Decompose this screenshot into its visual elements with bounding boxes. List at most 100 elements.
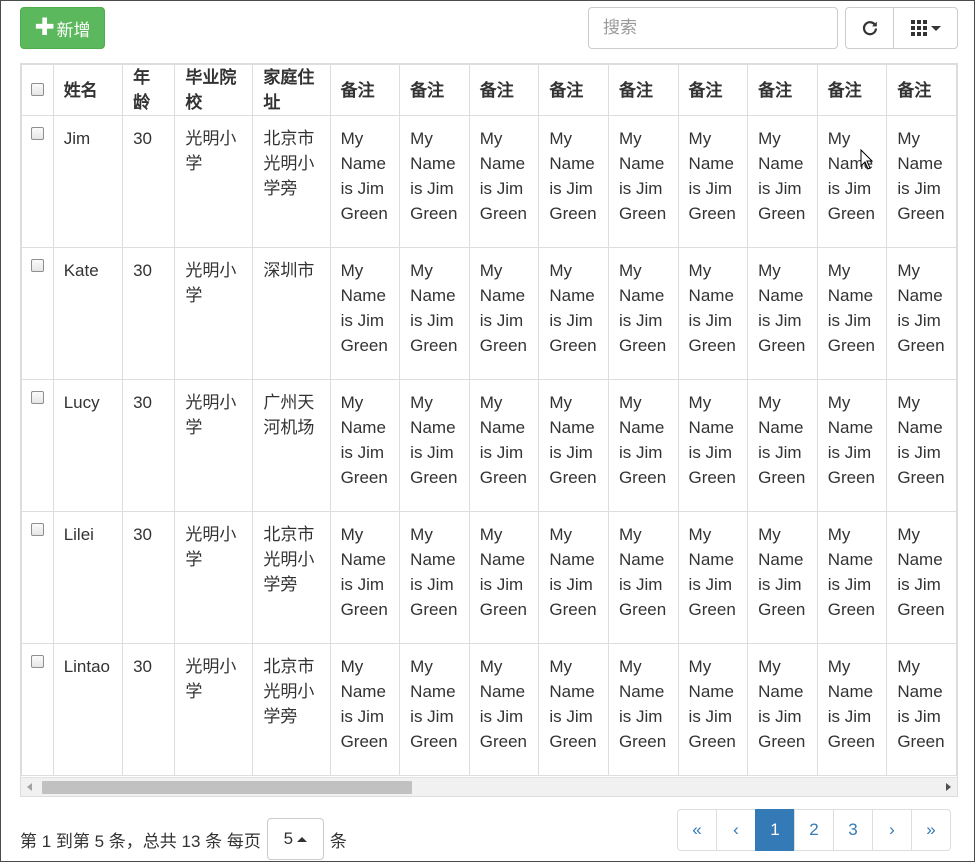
table-row[interactable]: Kate 30 光明小学 深圳市 My Name is Jim Green My Name… bbox=[21, 247, 957, 380]
name-cell: Lilei bbox=[52, 511, 124, 644]
column-header[interactable]: 姓名 bbox=[52, 64, 124, 116]
column-header-remark[interactable]: 备注 bbox=[399, 64, 470, 116]
address-cell: 北京市光明小学旁 bbox=[252, 643, 331, 776]
table-row[interactable]: Lintao 30 光明小学 北京市光明小学旁 My Name is Jim Green… bbox=[21, 643, 957, 776]
remark-cell: My Name is Jim Green bbox=[607, 511, 679, 644]
pagination-info: 第 1 到第 5 条，总共 13 条 每页 5 条 bbox=[20, 818, 347, 860]
remark-cell: My Name is Jim Green bbox=[399, 643, 470, 776]
address-cell: 北京市光明小学旁 bbox=[252, 115, 331, 248]
select-all-checkbox[interactable] bbox=[30, 82, 44, 96]
column-header-remark[interactable]: 备注 bbox=[747, 64, 818, 116]
remark-cell: My Name is Jim Green bbox=[399, 379, 470, 512]
remark-cell: My Name is Jim Green bbox=[816, 643, 888, 776]
column-header-remark[interactable]: 备注 bbox=[816, 64, 888, 116]
table-row[interactable]: Jim 30 光明小学 北京市光明小学旁 My Name is Jim Green My … bbox=[21, 115, 957, 248]
address-cell: 深圳市 bbox=[252, 247, 331, 380]
address-cell: 广州天河机场 bbox=[252, 379, 331, 512]
row-checkbox[interactable] bbox=[30, 655, 44, 668]
row-select-cell bbox=[21, 511, 54, 644]
column-header-remark[interactable]: 备注 bbox=[329, 64, 401, 116]
row-checkbox[interactable] bbox=[30, 523, 44, 536]
page-number-button[interactable]: 1 bbox=[755, 809, 795, 851]
horizontal-scrollbar[interactable] bbox=[21, 777, 957, 796]
remark-cell: My Name is Jim Green bbox=[607, 643, 679, 776]
remark-cell: My Name is Jim Green bbox=[747, 643, 818, 776]
column-header-remark[interactable]: 备注 bbox=[538, 64, 609, 116]
remark-cell: My Name is Jim Green bbox=[399, 247, 470, 380]
remark-cell: My Name is Jim Green bbox=[747, 379, 818, 512]
school-cell: 光明小学 bbox=[174, 115, 254, 248]
name-cell: Lintao bbox=[52, 643, 124, 776]
data-table-container: 姓名 年龄 毕业院校 家庭住址 备注 备注 备注 备注 备注 备注 备注 备注 备注 Jim 30 光明小学… bbox=[20, 63, 958, 797]
remark-cell: My Name is Jim Green bbox=[816, 115, 888, 248]
remark-cell: My Name is Jim Green bbox=[607, 247, 679, 380]
age-cell: 30 bbox=[122, 511, 176, 644]
first-page-button[interactable]: « bbox=[677, 809, 717, 851]
add-button[interactable]: ✚ 新增 bbox=[20, 7, 105, 49]
remark-cell: My Name is Jim Green bbox=[677, 511, 749, 644]
remark-cell: My Name is Jim Green bbox=[816, 247, 888, 380]
remark-cell: My Name is Jim Green bbox=[607, 379, 679, 512]
last-page-button[interactable]: » bbox=[911, 809, 951, 851]
mouse-cursor-icon bbox=[860, 149, 874, 170]
column-header[interactable]: 家庭住址 bbox=[252, 64, 331, 116]
remark-cell: My Name is Jim Green bbox=[607, 115, 679, 248]
scrollbar-thumb[interactable] bbox=[42, 781, 412, 794]
scroll-left-icon[interactable] bbox=[27, 783, 32, 791]
remark-cell: My Name is Jim Green bbox=[886, 379, 957, 512]
remark-cell: My Name is Jim Green bbox=[816, 511, 888, 644]
data-table: 姓名 年龄 毕业院校 家庭住址 备注 备注 备注 备注 备注 备注 备注 备注 备注 Jim 30 光明小学… bbox=[21, 64, 957, 776]
row-checkbox[interactable] bbox=[30, 391, 44, 404]
name-cell: Kate bbox=[52, 247, 124, 380]
remark-cell: My Name is Jim Green bbox=[329, 247, 401, 380]
select-all-cell bbox=[21, 64, 54, 116]
table-row[interactable]: Lilei 30 光明小学 北京市光明小学旁 My Name is Jim Green M… bbox=[21, 511, 957, 644]
remark-cell: My Name is Jim Green bbox=[468, 643, 540, 776]
remark-cell: My Name is Jim Green bbox=[886, 511, 957, 644]
row-select-cell bbox=[21, 643, 54, 776]
search-input[interactable] bbox=[588, 7, 838, 49]
page-size-value: 5 bbox=[283, 829, 294, 848]
remark-cell: My Name is Jim Green bbox=[468, 247, 540, 380]
pagination-info-text: 第 1 到第 5 条，总共 13 条 每页 bbox=[20, 831, 261, 851]
page-size-dropdown[interactable]: 5 bbox=[266, 818, 324, 860]
refresh-button[interactable] bbox=[845, 7, 894, 49]
columns-toggle-button[interactable] bbox=[894, 7, 958, 49]
remark-cell: My Name is Jim Green bbox=[886, 247, 957, 380]
remark-cell: My Name is Jim Green bbox=[747, 247, 818, 380]
remark-cell: My Name is Jim Green bbox=[329, 115, 401, 248]
plus-icon: ✚ bbox=[34, 14, 55, 41]
prev-page-button[interactable]: ‹ bbox=[716, 809, 756, 851]
column-header-remark[interactable]: 备注 bbox=[886, 64, 957, 116]
pagination-info-suffix: 条 bbox=[329, 831, 347, 851]
remark-cell: My Name is Jim Green bbox=[329, 643, 401, 776]
school-cell: 光明小学 bbox=[174, 379, 254, 512]
row-checkbox[interactable] bbox=[30, 127, 44, 140]
remark-cell: My Name is Jim Green bbox=[747, 511, 818, 644]
remark-cell: My Name is Jim Green bbox=[538, 115, 609, 248]
add-button-label: 新增 bbox=[56, 20, 91, 40]
age-cell: 30 bbox=[122, 247, 176, 380]
scroll-right-icon[interactable] bbox=[946, 783, 951, 791]
row-select-cell bbox=[21, 379, 54, 512]
remark-cell: My Name is Jim Green bbox=[677, 115, 749, 248]
remark-cell: My Name is Jim Green bbox=[329, 511, 401, 644]
remark-cell: My Name is Jim Green bbox=[677, 643, 749, 776]
age-cell: 30 bbox=[122, 379, 176, 512]
column-header[interactable]: 年龄 bbox=[122, 64, 176, 116]
school-cell: 光明小学 bbox=[174, 643, 254, 776]
column-header[interactable]: 毕业院校 bbox=[174, 64, 254, 116]
chevron-down-icon bbox=[930, 25, 941, 31]
page-number-button[interactable]: 3 bbox=[833, 809, 873, 851]
column-header-remark[interactable]: 备注 bbox=[468, 64, 540, 116]
table-row[interactable]: Lucy 30 光明小学 广州天河机场 My Name is Jim Green My N… bbox=[21, 379, 957, 512]
remark-cell: My Name is Jim Green bbox=[538, 247, 609, 380]
column-header-remark[interactable]: 备注 bbox=[677, 64, 749, 116]
column-header-remark[interactable]: 备注 bbox=[607, 64, 679, 116]
row-checkbox[interactable] bbox=[30, 259, 44, 272]
page-number-button[interactable]: 2 bbox=[794, 809, 834, 851]
remark-cell: My Name is Jim Green bbox=[468, 379, 540, 512]
next-page-button[interactable]: › bbox=[872, 809, 912, 851]
school-cell: 光明小学 bbox=[174, 247, 254, 380]
remark-cell: My Name is Jim Green bbox=[538, 379, 609, 512]
